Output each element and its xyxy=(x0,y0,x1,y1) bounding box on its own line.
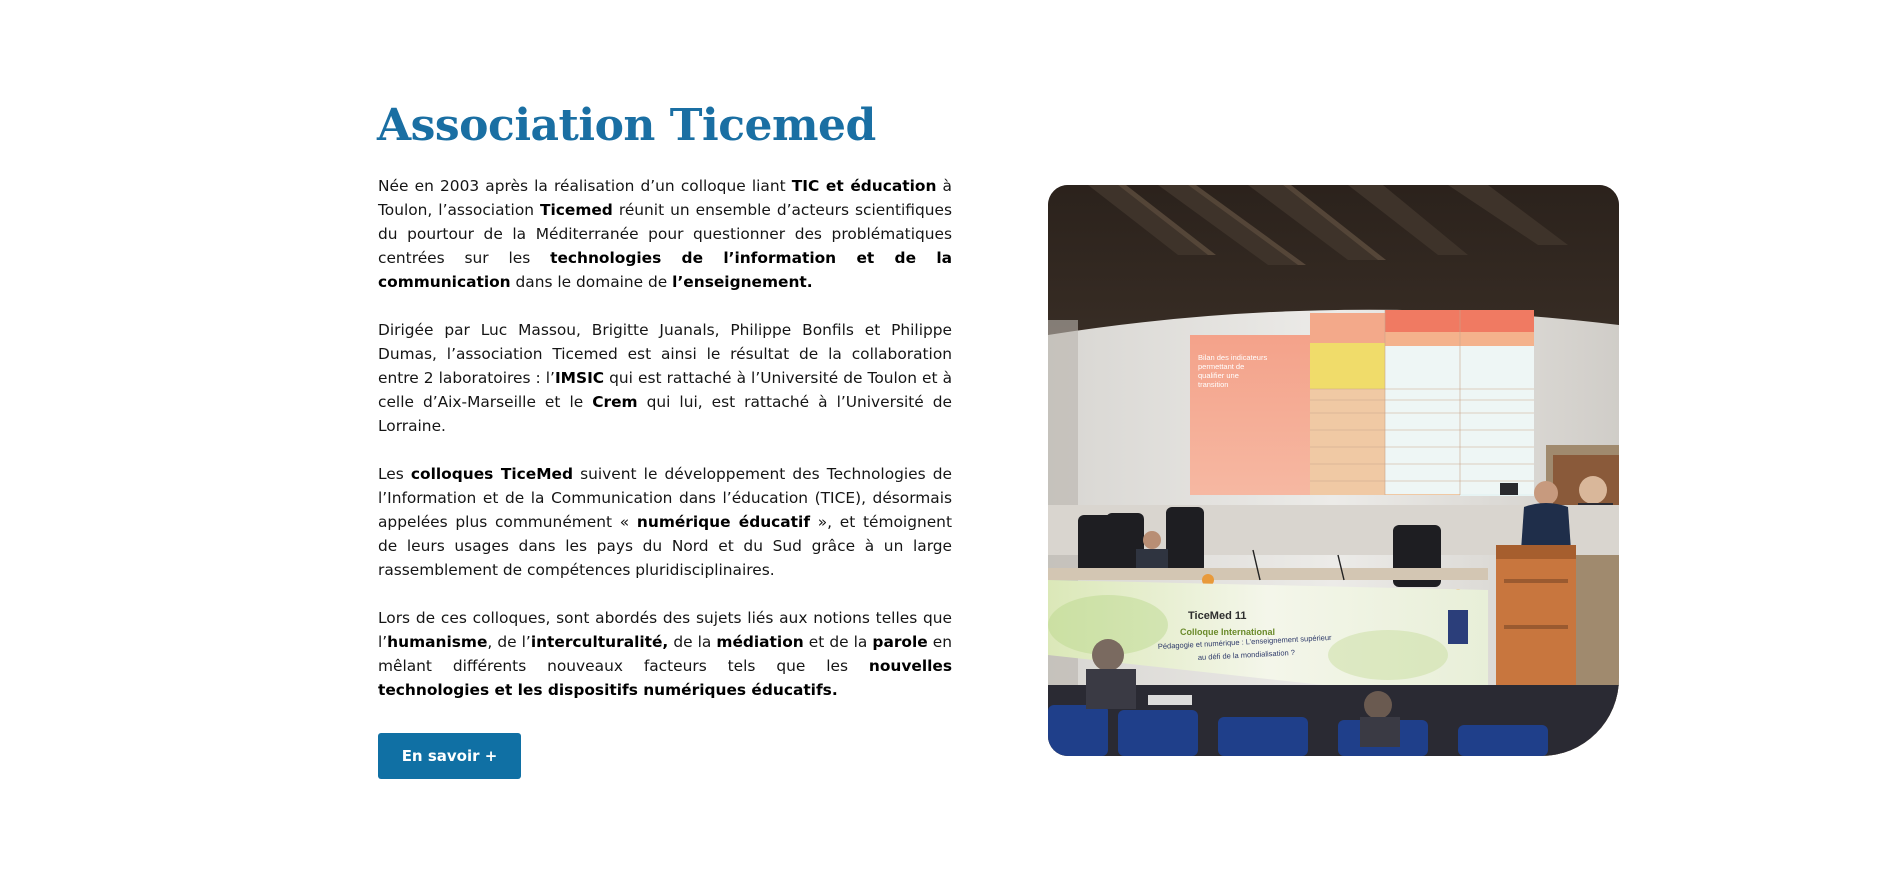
paragraph-text: dans le domaine de xyxy=(510,273,673,291)
section-title: Association Ticemed xyxy=(377,100,876,151)
bold-text: parole xyxy=(872,633,928,651)
bold-text: Crem xyxy=(592,393,638,411)
bold-text: IMSIC xyxy=(554,369,605,387)
description-block: Née en 2003 après la réalisation d’un co… xyxy=(378,174,952,726)
bold-text: humanisme xyxy=(387,633,488,651)
bold-text: TIC et éducation xyxy=(791,177,937,195)
svg-text:Bilan des indicateurs: Bilan des indicateurs xyxy=(1198,353,1267,362)
paragraph-text: Les xyxy=(378,465,411,483)
svg-text:Colloque International: Colloque International xyxy=(1180,627,1275,637)
bold-text: Ticemed xyxy=(540,201,613,219)
svg-text:qualifier une: qualifier une xyxy=(1198,371,1239,380)
conference-photo: Bilan des indicateurs permettant de qual… xyxy=(1048,185,1619,756)
paragraph: Dirigée par Luc Massou, Brigitte Juanals… xyxy=(378,318,952,438)
svg-text:TiceMed 11: TiceMed 11 xyxy=(1188,610,1247,622)
paragraph-text: , de l’ xyxy=(487,633,531,651)
svg-text:permettant de: permettant de xyxy=(1198,362,1244,371)
paragraph: Née en 2003 après la réalisation d’un co… xyxy=(378,174,952,294)
association-section: Association Ticemed Née en 2003 après la… xyxy=(0,0,1888,883)
bold-text: l’enseignement. xyxy=(672,273,813,291)
bold-text: numérique éducatif xyxy=(636,513,811,531)
bold-text: interculturalité, xyxy=(530,633,669,651)
projected-slide: Bilan des indicateurs permettant de qual… xyxy=(1190,310,1534,496)
bold-text: colloques TiceMed xyxy=(410,465,574,483)
learn-more-button[interactable]: En savoir + xyxy=(378,733,521,779)
paragraph-text: et de la xyxy=(803,633,873,651)
paragraph: Les colloques TiceMed suivent le dévelop… xyxy=(378,462,952,582)
paragraph: Lors de ces colloques, sont abordés des … xyxy=(378,606,952,702)
paragraph-text: de la xyxy=(668,633,717,651)
svg-text:transition: transition xyxy=(1198,380,1228,389)
bold-text: médiation xyxy=(716,633,804,651)
paragraph-text: Née en 2003 après la réalisation d’un co… xyxy=(378,177,792,195)
